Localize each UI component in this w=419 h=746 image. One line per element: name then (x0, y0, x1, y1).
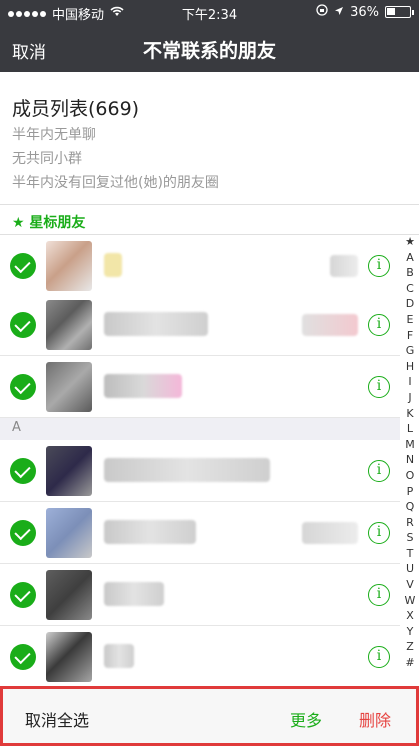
index-letter[interactable]: N (406, 452, 414, 468)
index-letter[interactable]: V (406, 577, 414, 593)
index-letter[interactable]: C (406, 281, 414, 297)
checkmark-icon[interactable] (10, 520, 36, 546)
contact-name-blurred (104, 458, 270, 482)
index-letter[interactable]: P (407, 484, 414, 500)
section-header-a: A (0, 418, 400, 440)
avatar (46, 300, 92, 350)
contact-row[interactable]: i (0, 564, 400, 626)
contact-row[interactable]: i (0, 626, 400, 686)
index-letter[interactable]: S (407, 530, 414, 546)
info-icon[interactable]: i (368, 584, 390, 606)
index-letter[interactable]: K (406, 406, 413, 422)
index-letter[interactable]: # (405, 655, 414, 671)
contact-tag-blurred (302, 522, 358, 544)
navigation-bar: 取消 不常联系的朋友 (0, 28, 419, 68)
index-letter[interactable]: G (406, 343, 415, 359)
deselect-all-button[interactable]: 取消全选 (25, 707, 89, 731)
index-letter[interactable]: A (406, 250, 414, 266)
index-letter[interactable]: I (408, 374, 411, 390)
contact-name-blurred (104, 582, 164, 606)
info-icon[interactable]: i (368, 255, 390, 277)
index-letter[interactable]: J (408, 390, 411, 406)
index-letter[interactable]: O (406, 468, 415, 484)
info-icon[interactable]: i (368, 376, 390, 398)
index-letter[interactable]: D (406, 296, 414, 312)
index-letter[interactable]: W (405, 593, 416, 609)
alphabet-index-bar[interactable]: ★ A B C D E F G H I J K L M N O P Q R S T U V W X Y Z # (401, 234, 419, 674)
contact-row[interactable]: i (0, 235, 400, 297)
starred-section-header: ★ 星标朋友 (0, 206, 419, 234)
checkmark-icon[interactable] (10, 374, 36, 400)
index-letter[interactable]: Q (406, 499, 415, 515)
checkmark-icon[interactable] (10, 253, 36, 279)
contact-row[interactable]: i (0, 440, 400, 502)
status-bar: 中国移动 下午2:34 36% (0, 0, 419, 24)
avatar (46, 446, 92, 496)
contact-tag-blurred (302, 314, 358, 336)
index-letter[interactable]: M (405, 437, 415, 453)
delete-button[interactable]: 删除 (359, 707, 391, 731)
info-icon[interactable]: i (368, 314, 390, 336)
contact-row[interactable]: i (0, 502, 400, 564)
more-button[interactable]: 更多 (290, 707, 322, 731)
info-icon[interactable]: i (368, 460, 390, 482)
avatar (46, 632, 92, 682)
divider (0, 204, 419, 205)
index-letter[interactable]: E (407, 312, 414, 328)
starred-friends-label: ★ 星标朋友 (12, 215, 86, 231)
index-letter[interactable]: U (406, 561, 414, 577)
index-letter[interactable]: ★ (405, 234, 415, 250)
member-summary: 成员列表(669) 半年内无单聊 无共同小群 半年内没有回复过他(她)的朋友圈 (0, 72, 419, 204)
index-letter[interactable]: Z (406, 639, 414, 655)
checkmark-icon[interactable] (10, 458, 36, 484)
location-icon (334, 5, 344, 20)
battery-icon (385, 6, 414, 18)
section-letter: A (12, 420, 21, 435)
avatar (46, 362, 92, 412)
page-title: 不常联系的朋友 (142, 40, 276, 62)
contact-tag-blurred (330, 255, 358, 277)
index-letter[interactable]: T (407, 546, 414, 562)
bottom-toolbar: 取消全选 更多 删除 (0, 686, 419, 746)
avatar (46, 241, 92, 291)
index-letter[interactable]: Y (407, 624, 414, 640)
avatar (46, 570, 92, 620)
battery-percent: 36% (350, 4, 379, 20)
info-icon[interactable]: i (368, 522, 390, 544)
top-bar: 中国移动 下午2:34 36% 取消 不常联系的朋友 (0, 0, 419, 72)
contact-name-blurred (104, 644, 134, 668)
contact-name-blurred (104, 312, 208, 336)
info-icon[interactable]: i (368, 646, 390, 668)
contact-row[interactable]: i (0, 294, 400, 356)
checkmark-icon[interactable] (10, 582, 36, 608)
index-letter[interactable]: X (406, 608, 414, 624)
index-letter[interactable]: L (407, 421, 413, 437)
avatar (46, 508, 92, 558)
index-letter[interactable]: B (406, 265, 414, 281)
orientation-lock-icon (316, 4, 328, 20)
contact-name-blurred (104, 520, 196, 544)
contact-name-blurred (104, 253, 122, 277)
index-letter[interactable]: R (406, 515, 414, 531)
index-letter[interactable]: F (407, 328, 413, 344)
member-list-title: 成员列表(669) (12, 98, 140, 120)
criteria-no-common-group: 无共同小群 (12, 151, 82, 167)
checkmark-icon[interactable] (10, 312, 36, 338)
contact-row[interactable]: i (0, 356, 400, 418)
criteria-no-moments-reply: 半年内没有回复过他(她)的朋友圈 (12, 175, 219, 191)
contact-name-blurred (104, 374, 182, 398)
checkmark-icon[interactable] (10, 644, 36, 670)
index-letter[interactable]: H (406, 359, 414, 375)
criteria-no-private-chat: 半年内无单聊 (12, 127, 96, 143)
